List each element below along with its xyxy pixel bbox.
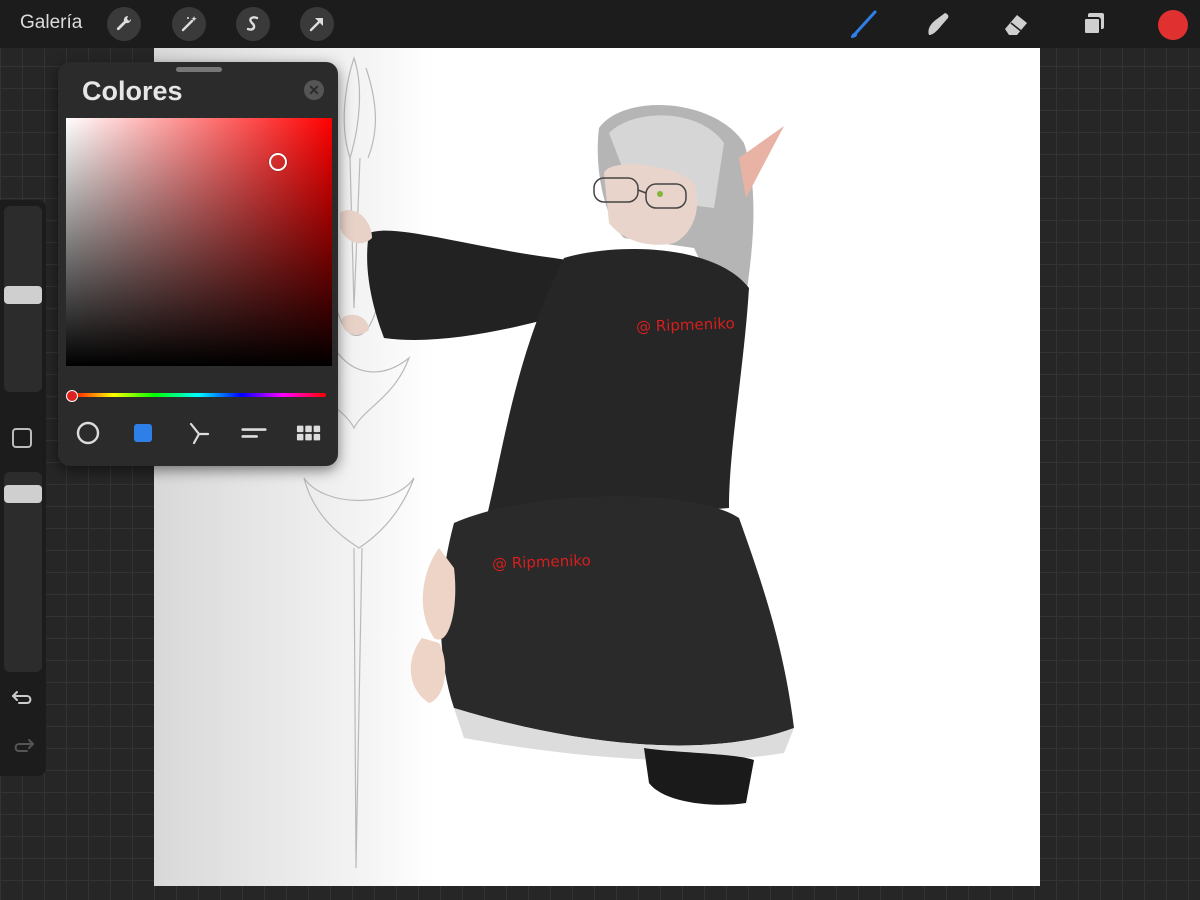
adjustments-button[interactable]: [172, 7, 206, 41]
eraser-icon: [1005, 15, 1027, 35]
selection-button[interactable]: [236, 7, 270, 41]
watermark-text: @ Ripmeniko: [491, 551, 592, 573]
panel-grabber[interactable]: [176, 67, 222, 72]
redo-icon[interactable]: [11, 736, 35, 756]
harmony-icon: [189, 422, 210, 445]
disc-icon: [76, 421, 100, 445]
brush-button[interactable]: [845, 7, 881, 41]
gallery-button[interactable]: Galería: [20, 12, 82, 34]
opacity-thumb[interactable]: [4, 485, 42, 503]
harmony-mode-tab[interactable]: [186, 420, 212, 446]
transform-arrow-icon: [309, 18, 323, 32]
layers-icon: [1083, 13, 1104, 35]
value-mode-tab[interactable]: [241, 420, 267, 446]
layers-button[interactable]: [1076, 7, 1112, 41]
value-sliders-icon: [241, 428, 267, 438]
classic-square-icon: [134, 424, 152, 442]
palettes-grid-icon: [296, 425, 321, 441]
current-color-button[interactable]: [1158, 10, 1188, 40]
brush-icon: [851, 10, 877, 38]
hue-slider[interactable]: [70, 393, 326, 397]
magic-wand-icon: [181, 16, 197, 32]
color-picker-ring[interactable]: [269, 153, 287, 171]
disc-mode-tab[interactable]: [75, 420, 101, 446]
selection-s-icon: [246, 16, 259, 31]
color-panel: Colores ✕: [58, 62, 338, 466]
close-icon[interactable]: ✕: [304, 80, 324, 100]
top-toolbar: Galería: [0, 0, 1200, 48]
palettes-mode-tab[interactable]: [296, 420, 322, 446]
undo-icon[interactable]: [11, 688, 35, 708]
hue-knob[interactable]: [66, 390, 78, 402]
dress-skirt: [440, 496, 794, 746]
transform-button[interactable]: [300, 7, 334, 41]
classic-mode-tab[interactable]: [130, 420, 156, 446]
brush-size-thumb[interactable]: [4, 286, 42, 304]
watermark-text: @ Ripmeniko: [635, 314, 736, 336]
elf-ear: [739, 126, 784, 198]
panel-title: Colores: [82, 76, 183, 106]
smudge-icon: [928, 13, 949, 35]
smudge-button[interactable]: [920, 7, 956, 41]
saturation-brightness-field[interactable]: [66, 118, 332, 366]
wrench-icon: [116, 15, 132, 31]
actions-button[interactable]: [107, 7, 141, 41]
boots: [644, 748, 754, 805]
modify-button[interactable]: [12, 428, 32, 448]
left-sidebar: [0, 200, 46, 776]
eraser-button[interactable]: [998, 7, 1034, 41]
